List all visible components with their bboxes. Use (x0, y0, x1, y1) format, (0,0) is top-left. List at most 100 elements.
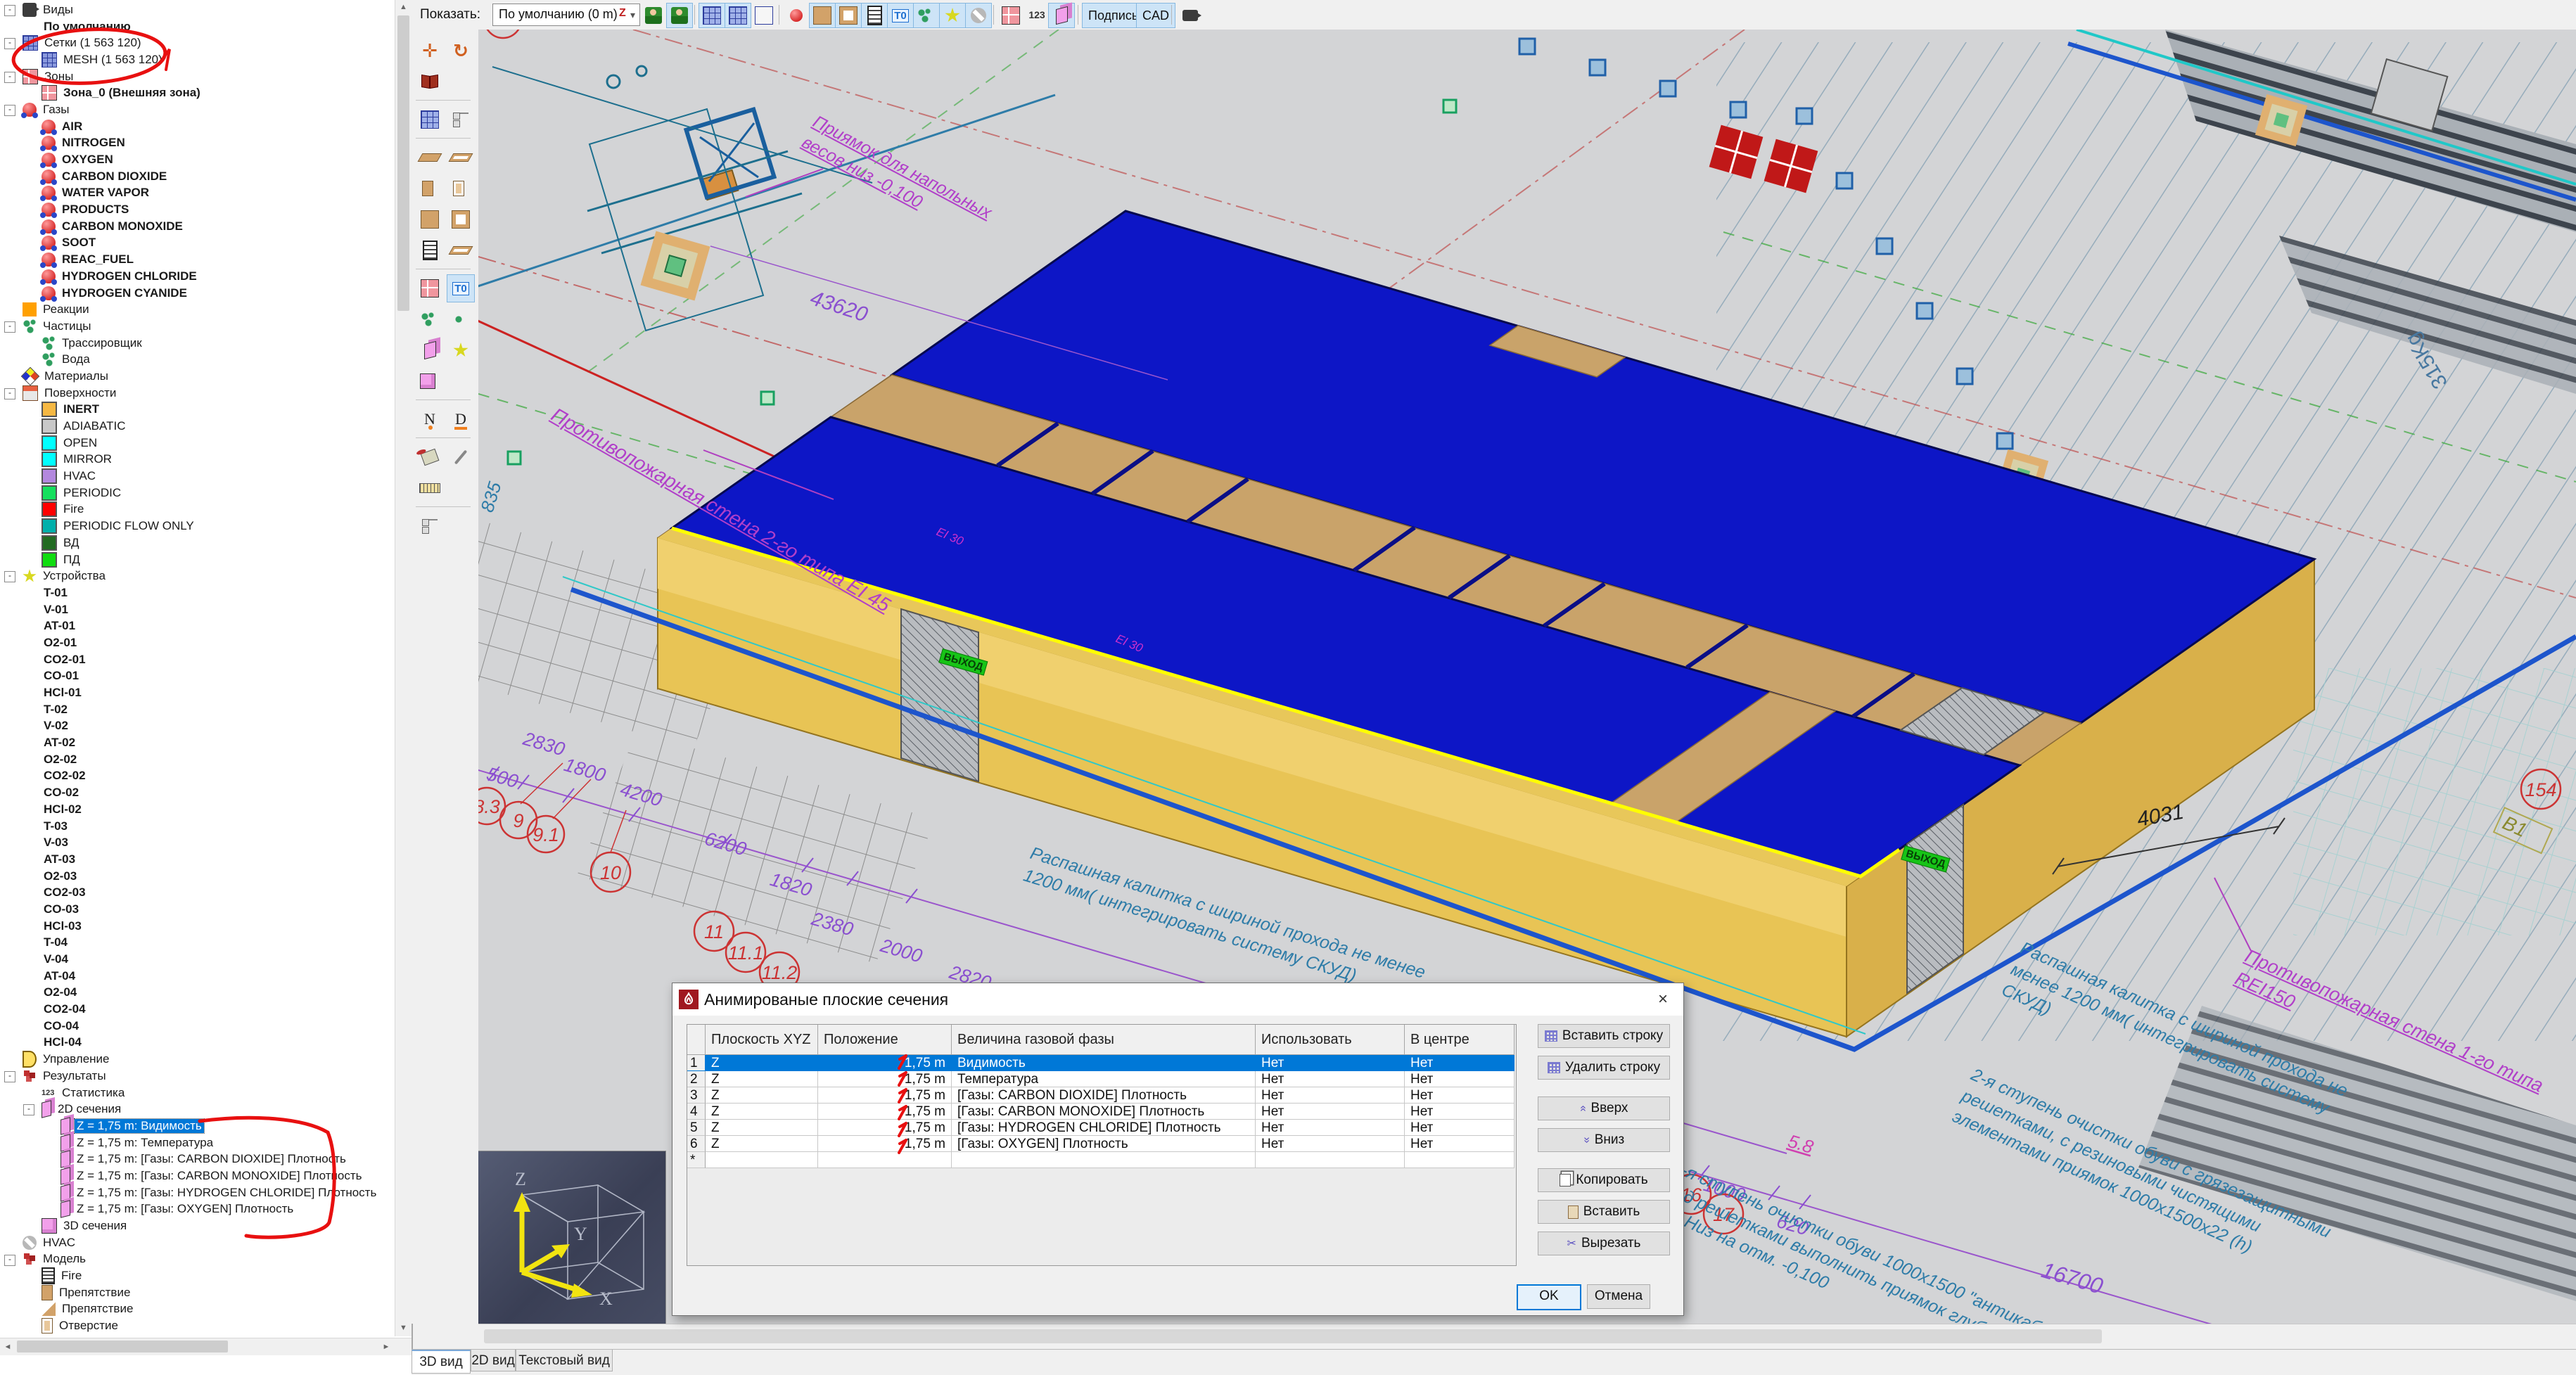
cancel-button[interactable]: Отмена (1587, 1284, 1650, 1309)
scrollbar-thumb[interactable] (17, 1341, 228, 1352)
copy-button[interactable]: Копировать (1538, 1168, 1670, 1192)
collapse-icon[interactable] (4, 72, 15, 83)
tree-item-device[interactable]: T-04 (0, 935, 395, 952)
tree-item-water[interactable]: Вода (0, 351, 395, 368)
tree-item-device[interactable]: O2-01 (0, 634, 395, 651)
fire-visibility-button[interactable] (861, 3, 888, 28)
eyedropper-tool-button[interactable] (447, 443, 475, 471)
tree-item-hole[interactable]: Отверстие (0, 1317, 395, 1334)
tree-horizontal-scrollbar[interactable]: ◄ ► (0, 1338, 412, 1355)
tree-item-device[interactable]: CO2-03 (0, 884, 395, 901)
devices-visibility-button[interactable] (939, 3, 966, 28)
tree-item-device[interactable]: CO2-04 (0, 1001, 395, 1018)
ok-button[interactable]: OK (1517, 1284, 1581, 1310)
tree-item-surface[interactable]: MIRROR (0, 452, 395, 468)
delete-row-button[interactable]: Удалить строку (1538, 1056, 1670, 1080)
tree-item-surface[interactable]: ВД (0, 535, 395, 551)
paste-button[interactable]: Вставить (1538, 1200, 1670, 1224)
table-row[interactable]: 5Z1,75 m[Газы: HYDROGEN CHLORIDE] Плотно… (687, 1120, 1516, 1136)
collapse-icon[interactable] (4, 1255, 15, 1266)
zsort-button[interactable] (614, 3, 641, 28)
table-new-row[interactable]: * (687, 1152, 1516, 1168)
tree-item-device[interactable]: V-03 (0, 834, 395, 851)
collapse-icon[interactable] (4, 571, 15, 582)
mesh-wire-button[interactable] (751, 3, 777, 28)
tree-item-model[interactable]: Модель (0, 1251, 395, 1268)
tree-item-particles[interactable]: Частицы (0, 318, 395, 335)
new-device-button[interactable] (447, 336, 475, 364)
tree-item-device[interactable]: V-02 (0, 718, 395, 735)
tree-item-device[interactable]: O2-03 (0, 868, 395, 885)
new-zone-button[interactable] (416, 274, 444, 302)
paint-tool-button[interactable] (416, 443, 444, 471)
tree-item-device[interactable]: AT-02 (0, 734, 395, 751)
new-slab-button[interactable] (416, 143, 444, 172)
table-row[interactable]: 3Z1,75 m[Газы: CARBON DIOXIDE] Плотность… (687, 1087, 1516, 1104)
scroll-up-icon[interactable]: ▲ (395, 0, 412, 14)
new-open-box-button[interactable] (447, 236, 475, 264)
tree-item-surface[interactable]: ПД (0, 551, 395, 568)
tree-item-zones[interactable]: Зоны (0, 68, 395, 85)
insert-row-button[interactable]: Вставить строку (1538, 1024, 1670, 1048)
tree-item-surface[interactable]: INERT (0, 402, 395, 418)
col-header[interactable]: Использовать вектор? (1256, 1025, 1405, 1055)
col-header[interactable]: Положение плоскости (818, 1025, 952, 1055)
tab-3d-view[interactable]: 3D вид (412, 1350, 471, 1374)
tree-item-control[interactable]: Управление (0, 1051, 395, 1068)
collapse-icon[interactable] (4, 1071, 15, 1082)
obstruction-visibility-button[interactable] (809, 3, 836, 28)
new-wall-button[interactable] (416, 174, 444, 203)
tree-vertical-scrollbar[interactable]: ▲ ▼ (395, 0, 412, 1336)
new-mesh-button[interactable] (416, 105, 444, 134)
tree-item-slice-oxygen[interactable]: Z = 1,75 m: [Газы: OXYGEN] Плотность (0, 1201, 395, 1218)
mesh-outline-button[interactable] (699, 3, 725, 28)
particles-cloud-button[interactable] (416, 305, 444, 333)
cut-button[interactable]: ✂Вырезать (1538, 1232, 1670, 1255)
tree-item-gas[interactable]: WATER VAPOR (0, 185, 395, 202)
move-down-button[interactable]: »Вниз (1538, 1128, 1670, 1152)
mesh-table-button[interactable] (447, 105, 475, 134)
tree-item-surface[interactable]: HVAC (0, 468, 395, 485)
close-icon[interactable]: × (1652, 989, 1673, 1010)
collapse-icon[interactable] (4, 105, 15, 116)
tree-item-device[interactable]: T-03 (0, 818, 395, 835)
tree-item-statistics[interactable]: Статистика (0, 1085, 395, 1101)
col-header[interactable]: Величина газовой фазы (952, 1025, 1256, 1055)
tree-item-device[interactable]: CO-01 (0, 668, 395, 685)
new-2d-slice-button[interactable] (416, 336, 444, 364)
tree-item-surface[interactable]: OPEN (0, 435, 395, 452)
tree-item-device[interactable]: HCl-01 (0, 684, 395, 701)
table-row[interactable]: 2Z1,75 mТемператураНетНет (687, 1071, 1516, 1087)
rotate-tool-button[interactable]: ↻ (447, 37, 475, 65)
t0-visibility-button[interactable]: T0 (887, 3, 914, 28)
tree-item-device[interactable]: CO-03 (0, 901, 395, 918)
new-fire-button[interactable] (416, 236, 444, 264)
options-list-button[interactable] (416, 512, 444, 540)
tree-item-2d-slices[interactable]: 2D сечения (0, 1101, 395, 1118)
statistics-button[interactable] (1024, 3, 1050, 28)
tree-item-gas[interactable]: SOOT (0, 235, 395, 252)
particles-visibility-button[interactable] (913, 3, 940, 28)
gas-visibility-button[interactable] (783, 3, 810, 28)
tree-item-surface[interactable]: Fire (0, 501, 395, 518)
table-row[interactable]: 6Z1,75 m[Газы: OXYGEN] ПлотностьНетНет (687, 1136, 1516, 1152)
tree-item-device[interactable]: HCl-04 (0, 1035, 395, 1051)
orbit-tool-button[interactable] (416, 68, 444, 96)
tree-item-gas[interactable]: HYDROGEN CYANIDE (0, 285, 395, 302)
tree-item-device[interactable]: V-04 (0, 951, 395, 968)
tree-item-device[interactable]: HCl-03 (0, 918, 395, 935)
tree-item-device[interactable]: AT-03 (0, 851, 395, 868)
tree-item-gas[interactable]: CARBON DIOXIDE (0, 168, 395, 185)
tree-item-device[interactable]: O2-04 (0, 985, 395, 1002)
new-box-button[interactable] (416, 205, 444, 234)
tree-item-device[interactable]: AT-04 (0, 968, 395, 985)
collapse-icon[interactable] (4, 5, 15, 16)
tree-item-slice-co[interactable]: Z = 1,75 m: [Газы: CARBON MONOXIDE] Плот… (0, 1168, 395, 1184)
cad-toggle-button[interactable]: CAD (1136, 3, 1175, 28)
tree-item-device[interactable]: T-01 (0, 584, 395, 601)
tree-item-obstruction[interactable]: Препятствие (0, 1284, 395, 1301)
scroll-down-icon[interactable]: ▼ (395, 1321, 412, 1335)
new-box-hole-button[interactable] (447, 205, 475, 234)
tree-item-slice-co2[interactable]: Z = 1,75 m: [Газы: CARBON DIOXIDE] Плотн… (0, 1151, 395, 1168)
tree-item-gas[interactable]: OXYGEN (0, 151, 395, 168)
